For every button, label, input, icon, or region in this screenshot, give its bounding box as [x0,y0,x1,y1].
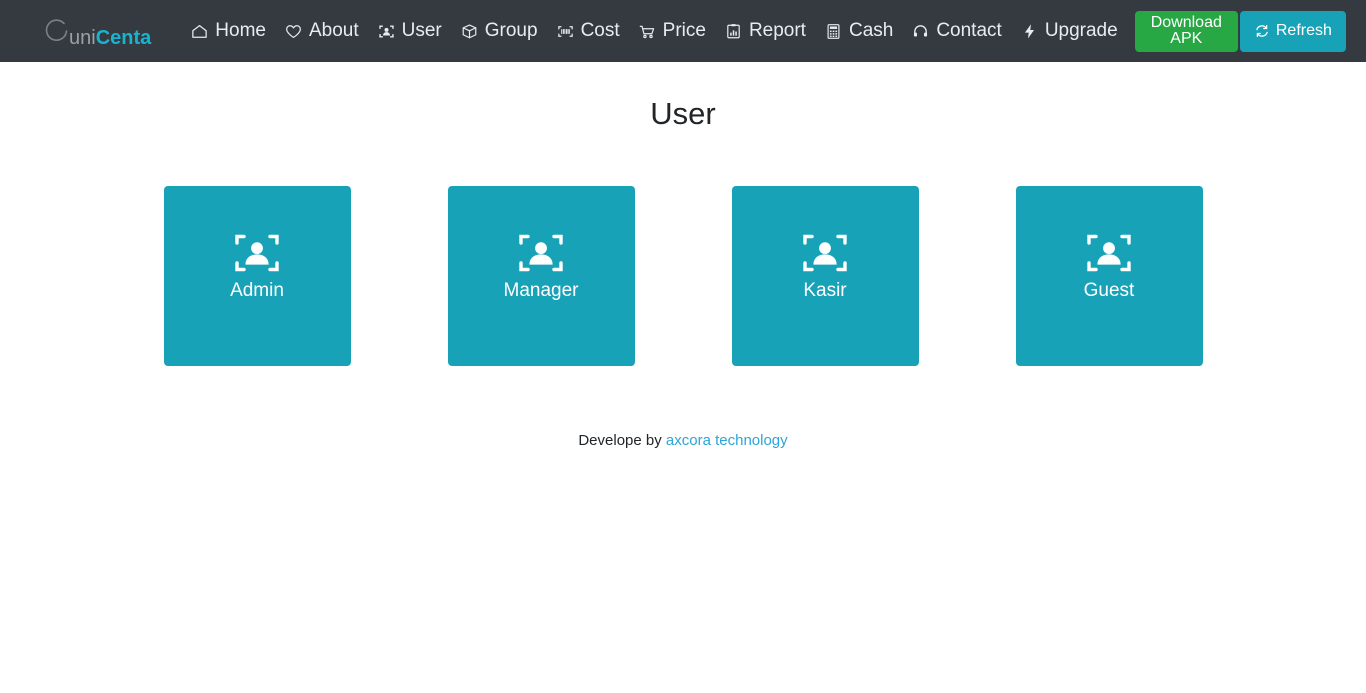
user-frame-icon [801,231,849,275]
user-frame-icon [1085,231,1133,275]
footer-text: Develope by [578,432,662,450]
refresh-button[interactable]: Refresh [1239,10,1346,52]
report-chart-icon [724,22,743,41]
calculator-icon [824,22,843,41]
download-apk-label: Download APK [1150,14,1222,47]
shopping-cart-icon [638,22,657,41]
circle-arc-logo-icon [42,16,72,46]
user-card-label-admin: Admin [230,280,284,302]
nav-label-user: User [401,20,442,41]
barcode-icon [556,22,575,41]
navbar-actions: Download APK Refresh [1134,10,1346,52]
user-card-kasir[interactable]: Kasir [731,186,919,367]
nav-label-group: Group [484,20,538,41]
nav-links: Home About User Group Cost Price Report … [181,0,1366,62]
nav-label-cost: Cost [580,20,620,41]
nav-item-upgrade[interactable]: Upgrade [1011,0,1127,62]
user-card-label-kasir: Kasir [803,280,847,302]
user-card-manager[interactable]: Manager [447,186,635,367]
user-card-admin[interactable]: Admin [163,186,351,367]
nav-item-home[interactable]: Home [181,0,275,62]
refresh-icon [1254,23,1270,39]
user-card-grid: Admin Manager Kasir Guest [0,186,1366,367]
nav-label-cash: Cash [848,20,894,41]
nav-label-home: Home [215,20,266,41]
footer-credit: Develope by axcora technology [0,432,1366,449]
nav-item-cash[interactable]: Cash [815,0,902,62]
nav-item-price[interactable]: Price [629,0,715,62]
lightning-bolt-icon [1020,22,1039,41]
nav-label-upgrade: Upgrade [1044,20,1118,41]
nav-label-about: About [308,20,359,41]
user-card-label-manager: Manager [503,280,579,302]
page-title: User [650,96,716,131]
nav-item-cost[interactable]: Cost [547,0,629,62]
nav-item-user[interactable]: User [368,0,451,62]
home-icon [190,22,209,41]
user-card-guest[interactable]: Guest [1015,186,1203,367]
headset-icon [911,22,930,41]
page-content: User Admin Manager Kasir Guest Develope … [0,62,1366,450]
nav-item-group[interactable]: Group [451,0,547,62]
user-frame-icon [233,231,281,275]
heart-icon [284,22,303,41]
box-icon [460,22,479,41]
nav-item-contact[interactable]: Contact [902,0,1010,62]
brand-text-centa: Centa [95,27,152,49]
brand-text-uni: uni [69,27,96,49]
footer-link-axcora[interactable]: axcora technology [666,432,788,449]
nav-label-report: Report [748,20,806,41]
user-frame-icon [517,231,565,275]
brand-text: uniCenta [69,28,151,48]
nav-item-about[interactable]: About [275,0,368,62]
download-apk-button[interactable]: Download APK [1134,10,1238,52]
nav-label-contact: Contact [936,20,1002,41]
user-frame-icon [377,22,396,41]
brand-logo[interactable]: uniCenta [42,0,155,62]
nav-label-price: Price [662,20,706,41]
top-navbar: uniCenta Home About User Group Cost Pric… [0,0,1366,62]
nav-item-report[interactable]: Report [715,0,815,62]
user-card-label-guest: Guest [1083,280,1135,302]
refresh-label: Refresh [1275,22,1332,39]
